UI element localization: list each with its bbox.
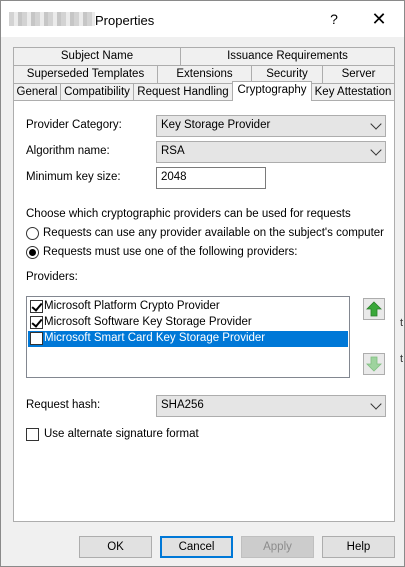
min-key-size-value: 2048 bbox=[161, 171, 187, 183]
provider-checkbox[interactable] bbox=[30, 300, 43, 313]
clipped-text-fragment: t bbox=[400, 353, 404, 365]
choose-providers-text: Choose which cryptographic providers can… bbox=[26, 208, 351, 220]
cancel-button[interactable]: Cancel bbox=[160, 536, 233, 558]
tab-server[interactable]: Server bbox=[322, 65, 395, 83]
tab-issuance-requirements[interactable]: Issuance Requirements bbox=[180, 47, 395, 65]
min-key-size-label: Minimum key size: bbox=[26, 171, 121, 183]
properties-dialog: Properties ? ✕ Subject Name Issuance Req… bbox=[0, 0, 405, 567]
move-up-button[interactable] bbox=[363, 298, 385, 320]
algorithm-value: RSA bbox=[161, 145, 185, 157]
radio-listed-providers[interactable] bbox=[26, 246, 39, 259]
provider-name: Microsoft Smart Card Key Storage Provide… bbox=[44, 332, 266, 344]
providers-label: Providers: bbox=[26, 271, 78, 283]
algorithm-label: Algorithm name: bbox=[26, 145, 110, 157]
list-item[interactable]: Microsoft Platform Crypto Provider bbox=[28, 299, 348, 315]
chevron-down-icon bbox=[370, 118, 382, 130]
algorithm-select[interactable]: RSA bbox=[156, 141, 386, 163]
provider-name: Microsoft Platform Crypto Provider bbox=[44, 300, 220, 312]
clipped-text-fragment: t bbox=[400, 317, 404, 329]
tab-key-attestation[interactable]: Key Attestation bbox=[311, 83, 395, 101]
tab-request-handling[interactable]: Request Handling bbox=[133, 83, 233, 101]
blurred-app-icon bbox=[9, 12, 95, 26]
help-title-button[interactable]: ? bbox=[319, 3, 349, 35]
close-icon[interactable]: ✕ bbox=[359, 3, 399, 35]
window-title: Properties bbox=[95, 13, 155, 28]
apply-button[interactable]: Apply bbox=[241, 536, 314, 558]
ok-button[interactable]: OK bbox=[79, 536, 152, 558]
radio-listed-providers-label[interactable]: Requests must use one of the following p… bbox=[43, 246, 297, 258]
help-button[interactable]: Help bbox=[322, 536, 395, 558]
radio-any-provider[interactable] bbox=[26, 227, 39, 240]
arrow-down-icon bbox=[366, 356, 382, 372]
provider-category-label: Provider Category: bbox=[26, 119, 122, 131]
tab-superseded-templates[interactable]: Superseded Templates bbox=[13, 65, 158, 83]
radio-any-provider-label[interactable]: Requests can use any provider available … bbox=[43, 227, 384, 239]
alt-signature-label[interactable]: Use alternate signature format bbox=[44, 428, 199, 440]
chevron-down-icon bbox=[370, 398, 382, 410]
providers-list[interactable]: Microsoft Platform Crypto Provider Micro… bbox=[26, 296, 350, 378]
provider-name: Microsoft Software Key Storage Provider bbox=[44, 316, 252, 328]
tab-compatibility[interactable]: Compatibility bbox=[60, 83, 134, 101]
move-down-button[interactable] bbox=[363, 353, 385, 375]
list-item[interactable]: Microsoft Software Key Storage Provider bbox=[28, 315, 348, 331]
tab-general[interactable]: General bbox=[13, 83, 61, 101]
min-key-size-input[interactable]: 2048 bbox=[156, 167, 266, 189]
tab-cryptography[interactable]: Cryptography bbox=[232, 81, 312, 101]
request-hash-label: Request hash: bbox=[26, 399, 101, 411]
alt-signature-checkbox[interactable] bbox=[26, 428, 39, 441]
chevron-down-icon bbox=[370, 144, 382, 156]
tab-subject-name[interactable]: Subject Name bbox=[13, 47, 181, 65]
provider-category-select[interactable]: Key Storage Provider bbox=[156, 115, 386, 137]
list-item[interactable]: Microsoft Smart Card Key Storage Provide… bbox=[28, 331, 348, 347]
title-bar: Properties ? ✕ bbox=[1, 1, 404, 37]
request-hash-select[interactable]: SHA256 bbox=[156, 395, 386, 417]
provider-category-value: Key Storage Provider bbox=[161, 119, 271, 131]
request-hash-value: SHA256 bbox=[161, 399, 204, 411]
arrow-up-icon bbox=[366, 301, 382, 317]
provider-checkbox[interactable] bbox=[30, 332, 43, 345]
provider-checkbox[interactable] bbox=[30, 316, 43, 329]
